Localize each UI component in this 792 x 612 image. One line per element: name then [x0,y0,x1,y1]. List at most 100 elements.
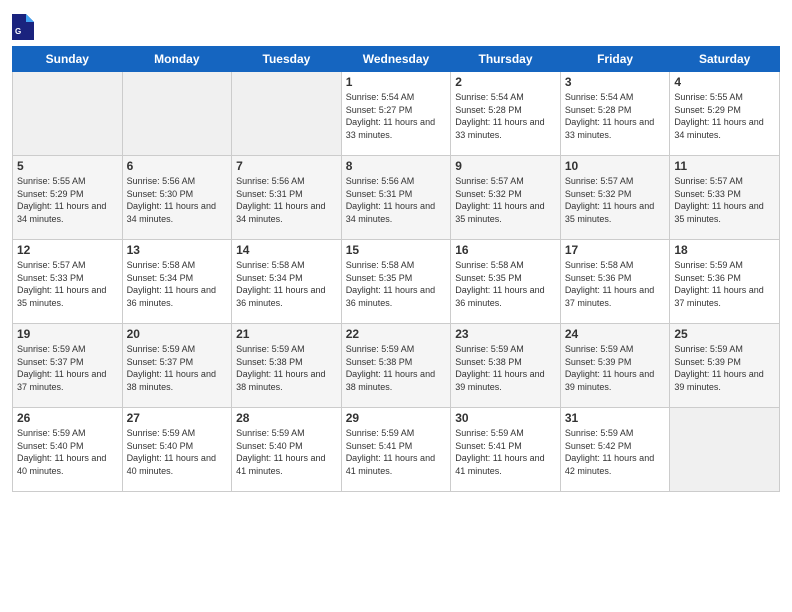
day-number: 17 [565,243,666,257]
day-number: 2 [455,75,556,89]
day-header-sunday: Sunday [13,47,123,72]
day-number: 6 [127,159,228,173]
day-cell: 5Sunrise: 5:55 AMSunset: 5:29 PMDaylight… [13,156,123,240]
day-number: 13 [127,243,228,257]
logo-icon: G [12,14,34,40]
day-number: 24 [565,327,666,341]
day-cell: 2 Sunrise: 5:54 AMSunset: 5:28 PMDaylight… [451,72,561,156]
day-header-tuesday: Tuesday [232,47,342,72]
day-cell: 27 Sunrise: 5:59 AMSunset: 5:40 PMDayligh… [122,408,232,492]
day-info: Sunrise: 5:59 AMSunset: 5:38 PMDaylight:… [455,343,556,393]
day-cell: 16 Sunrise: 5:58 AMSunset: 5:35 PMDayligh… [451,240,561,324]
day-number: 8 [346,159,447,173]
day-number: 1 [346,75,447,89]
day-cell: 21 Sunrise: 5:59 AMSunset: 5:38 PMDayligh… [232,324,342,408]
day-cell: 15 Sunrise: 5:58 AMSunset: 5:35 PMDayligh… [341,240,451,324]
week-row-5: 26 Sunrise: 5:59 AMSunset: 5:40 PMDayligh… [13,408,780,492]
day-header-monday: Monday [122,47,232,72]
day-number: 15 [346,243,447,257]
day-info: Sunrise: 5:58 AMSunset: 5:35 PMDaylight:… [346,259,447,309]
day-info: Sunrise: 5:56 AMSunset: 5:31 PMDaylight:… [346,175,447,225]
day-cell [13,72,123,156]
day-cell: 14 Sunrise: 5:58 AMSunset: 5:34 PMDayligh… [232,240,342,324]
week-row-2: 5Sunrise: 5:55 AMSunset: 5:29 PMDaylight… [13,156,780,240]
day-cell: 24 Sunrise: 5:59 AMSunset: 5:39 PMDayligh… [560,324,670,408]
day-info: Sunrise: 5:54 AMSunset: 5:28 PMDaylight:… [565,91,666,141]
day-info: Sunrise: 5:57 AMSunset: 5:32 PMDaylight:… [455,175,556,225]
day-info: Sunrise: 5:58 AMSunset: 5:36 PMDaylight:… [565,259,666,309]
day-cell: 29 Sunrise: 5:59 AMSunset: 5:41 PMDayligh… [341,408,451,492]
day-cell: 19Sunrise: 5:59 AMSunset: 5:37 PMDayligh… [13,324,123,408]
day-cell: 17 Sunrise: 5:58 AMSunset: 5:36 PMDayligh… [560,240,670,324]
day-cell: 22Sunrise: 5:59 AMSunset: 5:38 PMDayligh… [341,324,451,408]
week-row-3: 12 Sunrise: 5:57 AMSunset: 5:33 PMDayligh… [13,240,780,324]
day-cell: 23Sunrise: 5:59 AMSunset: 5:38 PMDayligh… [451,324,561,408]
day-cell: 13 Sunrise: 5:58 AMSunset: 5:34 PMDayligh… [122,240,232,324]
day-header-friday: Friday [560,47,670,72]
day-cell: 18 Sunrise: 5:59 AMSunset: 5:36 PMDayligh… [670,240,780,324]
day-number: 16 [455,243,556,257]
day-header-saturday: Saturday [670,47,780,72]
day-number: 27 [127,411,228,425]
day-cell: 30Sunrise: 5:59 AMSunset: 5:41 PMDayligh… [451,408,561,492]
day-info: Sunrise: 5:57 AMSunset: 5:33 PMDaylight:… [674,175,775,225]
day-info: Sunrise: 5:55 AMSunset: 5:29 PMDaylight:… [674,91,775,141]
day-number: 18 [674,243,775,257]
day-info: Sunrise: 5:54 AMSunset: 5:28 PMDaylight:… [455,91,556,141]
day-number: 7 [236,159,337,173]
day-info: Sunrise: 5:56 AMSunset: 5:30 PMDaylight:… [127,175,228,225]
day-number: 10 [565,159,666,173]
svg-text:G: G [15,27,21,36]
day-info: Sunrise: 5:58 AMSunset: 5:35 PMDaylight:… [455,259,556,309]
day-info: Sunrise: 5:55 AMSunset: 5:29 PMDaylight:… [17,175,118,225]
day-info: Sunrise: 5:58 AMSunset: 5:34 PMDaylight:… [236,259,337,309]
day-info: Sunrise: 5:59 AMSunset: 5:36 PMDaylight:… [674,259,775,309]
day-info: Sunrise: 5:59 AMSunset: 5:38 PMDaylight:… [236,343,337,393]
day-info: Sunrise: 5:59 AMSunset: 5:41 PMDaylight:… [455,427,556,477]
day-cell: 6 Sunrise: 5:56 AMSunset: 5:30 PMDaylight… [122,156,232,240]
day-info: Sunrise: 5:58 AMSunset: 5:34 PMDaylight:… [127,259,228,309]
day-info: Sunrise: 5:56 AMSunset: 5:31 PMDaylight:… [236,175,337,225]
day-cell [232,72,342,156]
day-cell: 1 Sunrise: 5:54 AMSunset: 5:27 PMDaylight… [341,72,451,156]
calendar-header-row: SundayMondayTuesdayWednesdayThursdayFrid… [13,47,780,72]
header: G [12,10,780,40]
day-cell: 4 Sunrise: 5:55 AMSunset: 5:29 PMDaylight… [670,72,780,156]
day-cell: 31Sunrise: 5:59 AMSunset: 5:42 PMDayligh… [560,408,670,492]
day-number: 29 [346,411,447,425]
day-info: Sunrise: 5:57 AMSunset: 5:32 PMDaylight:… [565,175,666,225]
day-info: Sunrise: 5:59 AMSunset: 5:37 PMDaylight:… [127,343,228,393]
day-info: Sunrise: 5:59 AMSunset: 5:40 PMDaylight:… [17,427,118,477]
day-cell [122,72,232,156]
day-info: Sunrise: 5:54 AMSunset: 5:27 PMDaylight:… [346,91,447,141]
day-info: Sunrise: 5:59 AMSunset: 5:40 PMDaylight:… [236,427,337,477]
day-number: 11 [674,159,775,173]
calendar-container: G SundayMondayTuesdayWednesdayThursdayFr… [0,0,792,612]
day-cell: 7 Sunrise: 5:56 AMSunset: 5:31 PMDaylight… [232,156,342,240]
day-info: Sunrise: 5:59 AMSunset: 5:39 PMDaylight:… [565,343,666,393]
day-cell: 28Sunrise: 5:59 AMSunset: 5:40 PMDayligh… [232,408,342,492]
day-number: 21 [236,327,337,341]
day-number: 14 [236,243,337,257]
day-info: Sunrise: 5:59 AMSunset: 5:39 PMDaylight:… [674,343,775,393]
day-cell: 9 Sunrise: 5:57 AMSunset: 5:32 PMDaylight… [451,156,561,240]
day-cell: 11 Sunrise: 5:57 AMSunset: 5:33 PMDayligh… [670,156,780,240]
day-number: 31 [565,411,666,425]
day-cell: 26 Sunrise: 5:59 AMSunset: 5:40 PMDayligh… [13,408,123,492]
day-number: 20 [127,327,228,341]
day-number: 9 [455,159,556,173]
day-info: Sunrise: 5:57 AMSunset: 5:33 PMDaylight:… [17,259,118,309]
day-info: Sunrise: 5:59 AMSunset: 5:40 PMDaylight:… [127,427,228,477]
day-number: 19 [17,327,118,341]
day-header-wednesday: Wednesday [341,47,451,72]
day-info: Sunrise: 5:59 AMSunset: 5:41 PMDaylight:… [346,427,447,477]
day-cell: 25Sunrise: 5:59 AMSunset: 5:39 PMDayligh… [670,324,780,408]
week-row-1: 1 Sunrise: 5:54 AMSunset: 5:27 PMDaylight… [13,72,780,156]
day-cell: 3Sunrise: 5:54 AMSunset: 5:28 PMDaylight… [560,72,670,156]
day-number: 12 [17,243,118,257]
day-header-thursday: Thursday [451,47,561,72]
day-info: Sunrise: 5:59 AMSunset: 5:38 PMDaylight:… [346,343,447,393]
day-number: 26 [17,411,118,425]
day-cell [670,408,780,492]
day-number: 4 [674,75,775,89]
